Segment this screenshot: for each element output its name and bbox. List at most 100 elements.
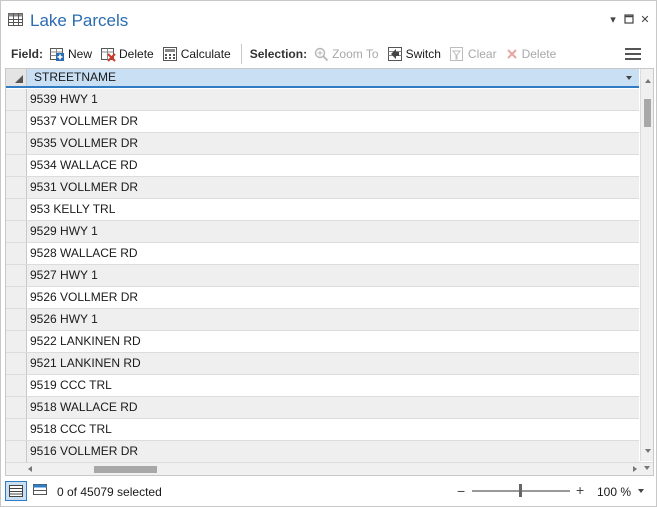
row-selector[interactable] — [6, 265, 27, 286]
table-row[interactable]: 9518 WALLACE RD — [6, 397, 639, 419]
table-row[interactable]: 9528 WALLACE RD — [6, 243, 639, 265]
delete-selection-button[interactable]: Delete — [505, 47, 557, 61]
streetname-cell[interactable]: 9529 HWY 1 — [30, 221, 98, 242]
zoom-dropdown-icon[interactable] — [638, 489, 644, 493]
selection-label: Selection: — [249, 47, 308, 61]
row-selector[interactable] — [6, 89, 27, 110]
table-rows: 9539 HWY 1 9537 VOLLMER DR 9535 VOLLMER DR… — [6, 89, 639, 463]
selection-count: 0 of 45079 selected — [57, 485, 162, 499]
table-row[interactable]: 9529 HWY 1 — [6, 221, 639, 243]
switch-selection-button[interactable]: Switch — [387, 46, 441, 62]
vertical-scroll-thumb[interactable] — [644, 99, 651, 127]
row-selector[interactable] — [6, 419, 27, 440]
zoom-out-button[interactable]: − — [457, 483, 465, 499]
pane-title: Lake Parcels — [30, 11, 129, 30]
streetname-cell[interactable]: 9518 WALLACE RD — [30, 397, 138, 418]
column-dropdown-icon[interactable] — [626, 76, 632, 80]
clear-selection-button[interactable]: Clear — [449, 46, 497, 62]
streetname-cell[interactable]: 9516 VOLLMER DR — [30, 441, 138, 462]
delete-field-label: Delete — [119, 47, 154, 61]
row-selector[interactable] — [6, 133, 27, 154]
delete-x-icon — [506, 49, 517, 59]
clear-selection-icon — [449, 47, 463, 61]
select-all-corner[interactable] — [6, 69, 27, 86]
table-row[interactable]: 9535 VOLLMER DR — [6, 133, 639, 155]
streetname-cell[interactable]: 9527 HWY 1 — [30, 265, 98, 286]
zoom-in-button[interactable]: + — [576, 482, 584, 498]
table-row[interactable]: 9518 CCC TRL — [6, 419, 639, 441]
zoom-to-label: Zoom To — [332, 47, 379, 61]
row-selector[interactable] — [6, 243, 27, 264]
row-selector[interactable] — [6, 155, 27, 176]
row-selector[interactable] — [6, 111, 27, 132]
grid-header: STREETNAME — [6, 69, 639, 88]
hamburger-menu-icon[interactable] — [625, 46, 641, 62]
streetname-cell[interactable]: 9535 VOLLMER DR — [30, 133, 138, 154]
calculate-field-button[interactable]: Calculate — [162, 46, 231, 62]
all-records-icon — [9, 485, 23, 497]
table-toolbar: Field: New Delete Calculate Selection: Z… — [5, 41, 655, 67]
streetname-cell[interactable]: 9528 WALLACE RD — [30, 243, 138, 264]
close-icon[interactable]: ✕ — [639, 14, 651, 26]
streetname-cell[interactable]: 9539 HWY 1 — [30, 89, 98, 110]
row-selector[interactable] — [6, 221, 27, 242]
streetname-cell[interactable]: 9521 LANKINEN RD — [30, 353, 141, 374]
zoom-slider-thumb[interactable] — [519, 484, 522, 497]
horizontal-scrollbar[interactable] — [6, 462, 653, 475]
table-row[interactable]: 9531 VOLLMER DR — [6, 177, 639, 199]
row-selector[interactable] — [6, 309, 27, 330]
table-row[interactable]: 9519 CCC TRL — [6, 375, 639, 397]
scroll-down-icon[interactable] — [645, 449, 651, 453]
attribute-table-pane: Lake Parcels ▾ ✕ Field: New Delete Calcu… — [0, 0, 657, 507]
scroll-up-icon[interactable] — [645, 79, 651, 83]
streetname-cell[interactable]: 9519 CCC TRL — [30, 375, 112, 396]
table-row[interactable]: 9521 LANKINEN RD — [6, 353, 639, 375]
horizontal-scroll-thumb[interactable] — [94, 466, 157, 473]
scroll-bottom-icon[interactable] — [644, 466, 650, 470]
add-field-icon — [50, 48, 64, 61]
row-selector[interactable] — [6, 177, 27, 198]
streetname-cell[interactable]: 9522 LANKINEN RD — [30, 331, 141, 352]
delete-field-button[interactable]: Delete — [100, 46, 154, 62]
streetname-cell[interactable]: 9534 WALLACE RD — [30, 155, 138, 176]
show-selected-records-button[interactable] — [32, 483, 48, 497]
scroll-left-icon[interactable] — [28, 466, 32, 472]
maximize-icon[interactable] — [623, 14, 635, 26]
show-all-records-button[interactable] — [5, 481, 27, 501]
delete-selected-label: Delete — [521, 47, 557, 61]
column-header-streetname[interactable]: STREETNAME — [27, 69, 639, 86]
table-row[interactable]: 9526 HWY 1 — [6, 309, 639, 331]
zoom-to-button[interactable]: Zoom To — [313, 46, 379, 62]
streetname-cell[interactable]: 9526 HWY 1 — [30, 309, 98, 330]
vertical-scrollbar[interactable] — [640, 69, 653, 461]
streetname-cell[interactable]: 953 KELLY TRL — [30, 199, 115, 220]
table-row[interactable]: 9534 WALLACE RD — [6, 155, 639, 177]
streetname-cell[interactable]: 9537 VOLLMER DR — [30, 111, 138, 132]
table-row[interactable]: 9539 HWY 1 — [6, 89, 639, 111]
row-selector[interactable] — [6, 353, 27, 374]
table-row[interactable]: 9526 VOLLMER DR — [6, 287, 639, 309]
attribute-grid: STREETNAME 9539 HWY 1 9537 VOLLMER DR 9535… — [5, 68, 654, 476]
table-row[interactable]: 9537 VOLLMER DR — [6, 111, 639, 133]
row-selector[interactable] — [6, 199, 27, 220]
table-row[interactable]: 9527 HWY 1 — [6, 265, 639, 287]
streetname-cell[interactable]: 9531 VOLLMER DR — [30, 177, 138, 198]
new-field-button[interactable]: New — [49, 46, 92, 62]
scroll-right-icon[interactable] — [633, 466, 637, 472]
row-selector[interactable] — [6, 287, 27, 308]
streetname-cell[interactable]: 9526 VOLLMER DR — [30, 287, 138, 308]
table-row[interactable]: 9522 LANKINEN RD — [6, 331, 639, 353]
switch-selection-icon — [387, 47, 402, 61]
title-bar: Lake Parcels ▾ ✕ — [1, 1, 656, 41]
dropdown-arrow-icon[interactable]: ▾ — [607, 14, 619, 26]
streetname-cell[interactable]: 9518 CCC TRL — [30, 419, 112, 440]
row-selector[interactable] — [6, 375, 27, 396]
row-selector[interactable] — [6, 441, 27, 462]
row-selector[interactable] — [6, 331, 27, 352]
toolbar-divider — [240, 44, 242, 64]
row-selector[interactable] — [6, 397, 27, 418]
calculate-label: Calculate — [180, 47, 231, 61]
table-row[interactable]: 953 KELLY TRL — [6, 199, 639, 221]
delete-field-icon — [101, 48, 116, 62]
table-row[interactable]: 9516 VOLLMER DR — [6, 441, 639, 463]
